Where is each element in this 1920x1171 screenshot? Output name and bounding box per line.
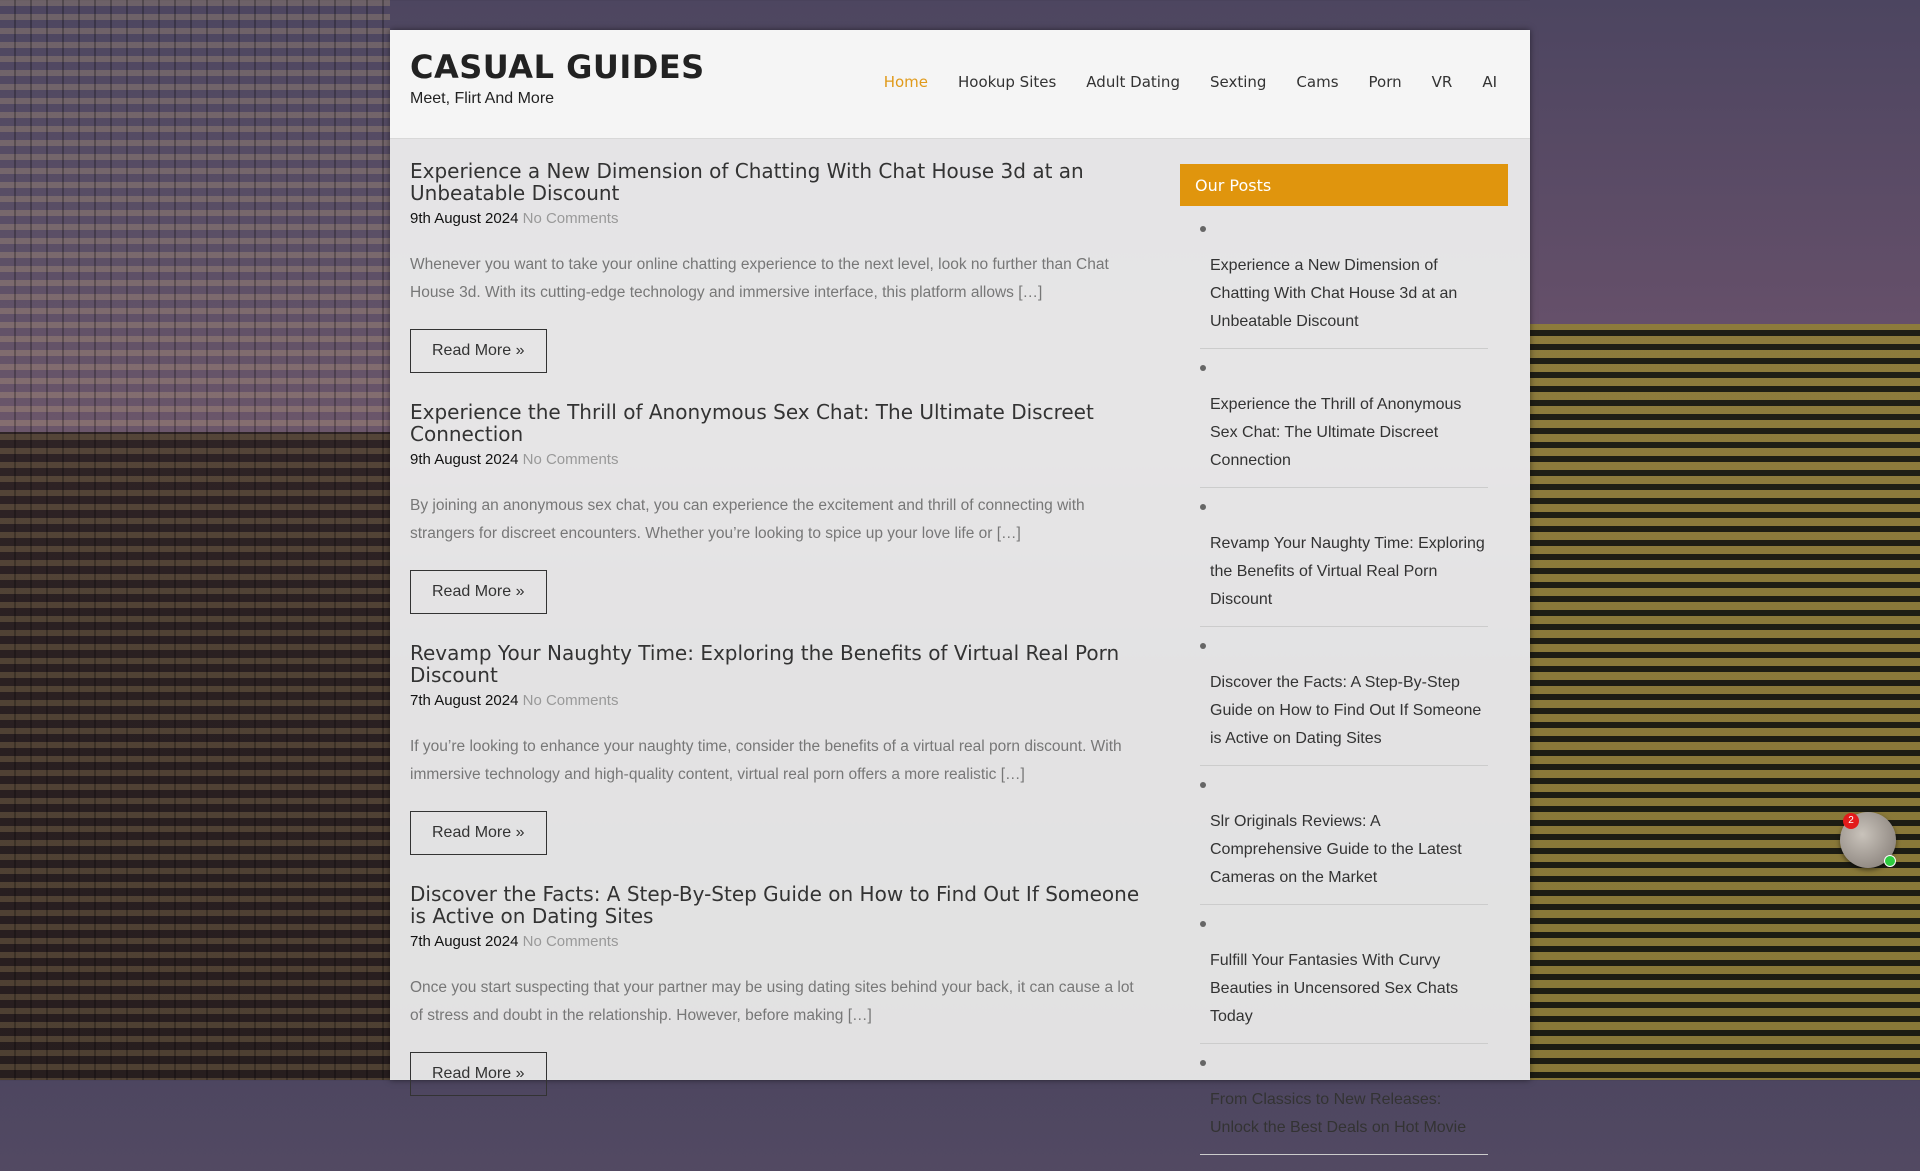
post-comments-link[interactable]: No Comments <box>523 692 619 709</box>
nav-item-ai[interactable]: AI <box>1467 73 1512 91</box>
list-item: Discover the Facts: A Step-By-Step Guide… <box>1200 643 1488 766</box>
nav-item-hookup-sites[interactable]: Hookup Sites <box>943 73 1071 91</box>
list-item: Revamp Your Naughty Time: Exploring the … <box>1200 504 1488 627</box>
recent-post-link[interactable]: Revamp Your Naughty Time: Exploring the … <box>1200 530 1488 614</box>
post-date: 9th August 2024 <box>410 451 519 468</box>
post-meta: 7th August 2024 No Comments <box>410 692 1150 709</box>
post-list: Experience a New Dimension of Chatting W… <box>410 160 1150 1096</box>
list-item: From Classics to New Releases: Unlock th… <box>1200 1060 1488 1155</box>
recent-post-link[interactable]: Discover the Facts: A Step-By-Step Guide… <box>1200 669 1488 753</box>
list-item: Experience a New Dimension of Chatting W… <box>1200 226 1488 349</box>
list-item: Slr Originals Reviews: A Comprehensive G… <box>1200 782 1488 905</box>
post-date: 9th August 2024 <box>410 210 519 227</box>
nav-item-home[interactable]: Home <box>869 73 943 91</box>
page-container: CASUAL GUIDES Meet, Flirt And More Home … <box>390 30 1530 1155</box>
read-more-button[interactable]: Read More » <box>410 811 547 855</box>
online-status-icon <box>1884 855 1896 867</box>
bullet-icon <box>1200 1060 1206 1066</box>
post-item: Experience the Thrill of Anonymous Sex C… <box>410 401 1150 614</box>
bullet-icon <box>1200 504 1206 510</box>
post-excerpt: Whenever you want to take your online ch… <box>410 256 1109 301</box>
widget-title: Our Posts <box>1180 164 1508 206</box>
bullet-icon <box>1200 782 1206 788</box>
nav-item-vr[interactable]: VR <box>1417 73 1468 91</box>
post-comments-link[interactable]: No Comments <box>523 210 619 227</box>
nav-item-adult-dating[interactable]: Adult Dating <box>1071 73 1195 91</box>
post-date: 7th August 2024 <box>410 933 519 950</box>
site-title[interactable]: CASUAL GUIDES <box>410 48 705 86</box>
post-meta: 9th August 2024 No Comments <box>410 210 1150 227</box>
bullet-icon <box>1200 226 1206 232</box>
recent-post-link[interactable]: Fulfill Your Fantasies With Curvy Beauti… <box>1200 947 1488 1031</box>
post-meta: 7th August 2024 No Comments <box>410 933 1150 950</box>
read-more-button[interactable]: Read More » <box>410 1052 547 1096</box>
list-item: Fulfill Your Fantasies With Curvy Beauti… <box>1200 921 1488 1044</box>
read-more-button[interactable]: Read More » <box>410 570 547 614</box>
bullet-icon <box>1200 921 1206 927</box>
post-item: Experience a New Dimension of Chatting W… <box>410 160 1150 373</box>
recent-post-link[interactable]: Experience a New Dimension of Chatting W… <box>1200 252 1488 336</box>
post-meta: 9th August 2024 No Comments <box>410 451 1150 468</box>
post-item: Discover the Facts: A Step-By-Step Guide… <box>410 883 1150 1096</box>
nav-item-cams[interactable]: Cams <box>1281 73 1353 91</box>
post-title[interactable]: Experience a New Dimension of Chatting W… <box>410 160 1150 204</box>
post-comments-link[interactable]: No Comments <box>523 933 619 950</box>
site-header: CASUAL GUIDES Meet, Flirt And More Home … <box>390 30 1530 139</box>
background-image-left <box>0 0 390 1080</box>
post-comments-link[interactable]: No Comments <box>523 451 619 468</box>
site-tagline: Meet, Flirt And More <box>410 90 555 107</box>
main-nav: Home Hookup Sites Adult Dating Sexting C… <box>869 73 1512 91</box>
sidebar: Our Posts Experience a New Dimension of … <box>1180 164 1508 1171</box>
recent-post-link[interactable]: From Classics to New Releases: Unlock th… <box>1200 1086 1488 1142</box>
post-date: 7th August 2024 <box>410 692 519 709</box>
list-item: Experience the Thrill of Anonymous Sex C… <box>1200 365 1488 488</box>
post-item: Revamp Your Naughty Time: Exploring the … <box>410 642 1150 855</box>
bullet-icon <box>1200 643 1206 649</box>
read-more-button[interactable]: Read More » <box>410 329 547 373</box>
post-excerpt: Once you start suspecting that your part… <box>410 979 1134 1024</box>
post-title[interactable]: Discover the Facts: A Step-By-Step Guide… <box>410 883 1150 927</box>
recent-post-link[interactable]: Experience the Thrill of Anonymous Sex C… <box>1200 391 1488 475</box>
chat-notification-badge: 2 <box>1843 813 1859 829</box>
recent-posts-list: Experience a New Dimension of Chatting W… <box>1180 206 1508 1155</box>
nav-item-porn[interactable]: Porn <box>1354 73 1417 91</box>
post-title[interactable]: Revamp Your Naughty Time: Exploring the … <box>410 642 1150 686</box>
post-excerpt: If you’re looking to enhance your naught… <box>410 738 1122 783</box>
nav-item-sexting[interactable]: Sexting <box>1195 73 1281 91</box>
background-sky-right <box>1530 0 1920 330</box>
post-excerpt: By joining an anonymous sex chat, you ca… <box>410 497 1085 542</box>
post-title[interactable]: Experience the Thrill of Anonymous Sex C… <box>410 401 1150 445</box>
bullet-icon <box>1200 365 1206 371</box>
recent-post-link[interactable]: Slr Originals Reviews: A Comprehensive G… <box>1200 808 1488 892</box>
